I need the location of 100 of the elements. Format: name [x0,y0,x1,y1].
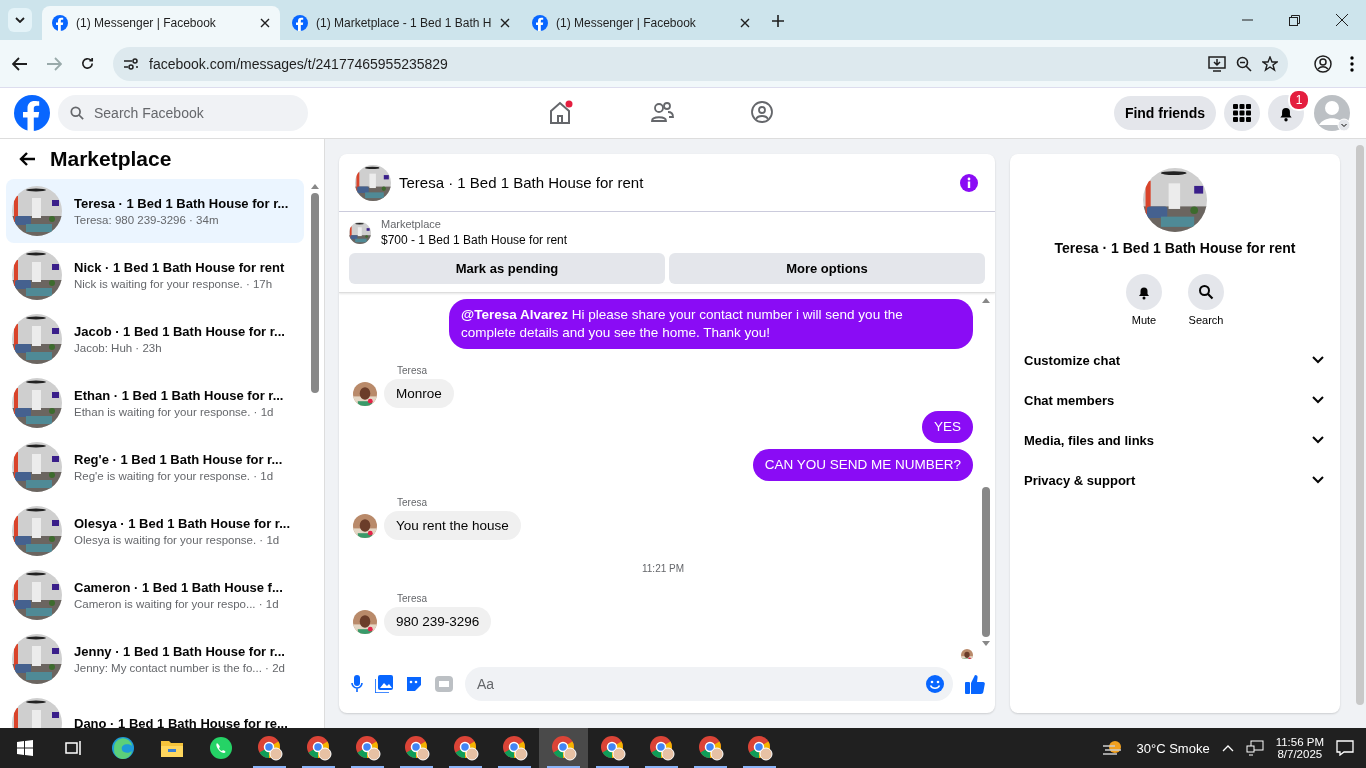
browser-tab[interactable]: (1) Messenger | Facebook [42,6,280,40]
groups-icon[interactable] [750,100,774,124]
sent-message: @Teresa Alvarez Hi please share your contact number i will send you the complete details and you see the home. Thank you! [449,299,973,349]
search-icon [70,106,84,120]
chevron-down-icon [1312,436,1324,444]
sender-name: Teresa [397,593,428,604]
scrollbar-thumb[interactable] [982,487,990,637]
search-field[interactable]: Search Facebook [58,95,308,131]
conversation-item[interactable]: Jacob · 1 Bed 1 Bath House for r... Jacob: Huh · 23h [6,307,304,371]
listing-title: $700 - 1 Bed 1 Bath House for rent [381,233,568,247]
conversation-item[interactable]: Olesya · 1 Bed 1 Bath House for r... Olesya is waiting for your response. · 1d [6,499,304,563]
listing-action-button[interactable]: More options [669,253,985,284]
details-section[interactable]: Media, files and links [1010,420,1340,460]
listing-label: Marketplace [381,218,442,230]
chevron-down-icon [1312,356,1324,364]
back-icon[interactable] [18,151,36,167]
restore-icon[interactable] [1289,14,1300,26]
photo-icon[interactable] [375,675,393,693]
microphone-icon[interactable] [351,675,363,693]
conversation-title: Olesya · 1 Bed 1 Bath House for r... [74,516,290,531]
close-icon[interactable] [260,18,270,28]
conversation-item[interactable]: Cameron · 1 Bed 1 Bath House f... Cameron is waiting for your respo... · 1d [6,563,304,627]
scrollbar-thumb[interactable] [311,193,319,393]
install-app-icon[interactable] [1208,55,1226,72]
chat-app-icon [208,736,233,760]
conversation-preview: Jacob: Huh · 23h [74,342,163,354]
emoji-icon[interactable] [925,674,945,694]
zoom-icon[interactable] [1236,55,1252,72]
details-section[interactable]: Chat members [1010,380,1340,420]
scrollbar-thumb[interactable] [1356,145,1364,705]
grid-icon [1233,104,1251,122]
close-icon[interactable] [500,18,510,28]
conversation-title: Nick · 1 Bed 1 Bath House for rent [74,260,285,275]
timestamp: 11:21 PM [641,563,685,574]
close-icon[interactable] [1336,14,1348,26]
scroll-up-icon[interactable] [311,183,319,189]
info-icon[interactable] [959,172,979,193]
facebook-favicon-icon [52,15,68,31]
sent-message: YES [922,411,973,443]
chevron-down-icon [15,17,25,23]
conversation-item[interactable]: Teresa · 1 Bed 1 Bath House for r... Teresa: 980 239-3296 · 34m [6,179,304,243]
conversation-item[interactable]: Reg'e · 1 Bed 1 Bath House for r... Reg'e is waiting for your response. · 1d [6,435,304,499]
find-friends-button[interactable]: Find friends [1113,96,1216,130]
chevron-down-icon [1312,396,1324,404]
search-input[interactable]: Search Facebook [92,104,296,122]
taskbar-app-button[interactable] [539,728,588,768]
profile-icon[interactable] [1314,54,1332,73]
scroll-down-icon[interactable] [982,641,990,647]
plus-icon [772,14,784,27]
listing-action-button[interactable]: Mark as pending [349,253,665,284]
panel-title: Marketplace [50,147,172,171]
chrome-profile-icon [746,735,773,761]
details-section[interactable]: Privacy & support [1010,460,1340,500]
back-icon[interactable] [12,56,28,71]
close-icon[interactable] [740,18,750,28]
search-icon [1198,284,1214,300]
conversation-item[interactable]: Jenny · 1 Bed 1 Bath House for r... Jenny: My contact number is the fo... · 2d [6,627,304,691]
url-text: facebook.com/messages/t/24177465955235829 [149,55,449,72]
windows-logo-icon [16,740,33,756]
browser-icon [110,736,135,760]
bookmark-star-icon[interactable] [1262,55,1278,72]
more-icon[interactable] [1350,55,1354,72]
home-icon[interactable] [548,100,574,126]
clock-date: 8/7/2025 [1277,748,1323,760]
sticker-icon[interactable] [405,675,423,693]
sender-name: Teresa [397,365,428,376]
sender-name: Teresa [397,497,428,508]
conversation-name: Teresa · 1 Bed 1 Bath House for rent [1054,240,1296,256]
tab-search-button[interactable] [8,8,32,32]
thumbs-up-icon[interactable] [965,674,985,694]
message-field[interactable]: Aa [465,667,953,701]
sent-message: CAN YOU SEND ME NUMBER? [752,449,973,481]
browser-tab[interactable]: (1) Messenger | Facebook [522,6,760,40]
conversation-item[interactable]: Nick · 1 Bed 1 Bath House for rent Nick is waiting for your response. · 17h [6,243,304,307]
chrome-profile-icon [697,735,724,761]
reload-icon[interactable] [80,56,95,71]
weather-text: 30°C Smoke [1136,740,1210,756]
chevron-up-icon[interactable] [1221,744,1234,752]
conversation-title: Jacob · 1 Bed 1 Bath House for r... [74,324,285,339]
conversation-item[interactable]: Ethan · 1 Bed 1 Bath House for r... Ethan is waiting for your response. · 1d [6,371,304,435]
site-settings-icon[interactable] [123,56,139,71]
conversation-preview: Cameron is waiting for your respo... · 1d [74,598,280,610]
conversation-preview: Ethan is waiting for your response. · 1d [74,406,275,418]
address-bar[interactable]: facebook.com/messages/t/24177465955235829 [113,46,1288,81]
conversation-preview: Olesya is waiting for your response. · 1d [74,534,281,546]
scroll-up-icon[interactable] [982,297,990,303]
network-icon[interactable] [1245,740,1264,756]
task-view-icon [64,740,83,756]
message-input[interactable]: Aa [475,675,925,693]
browser-tab[interactable]: (1) Marketplace - 1 Bed 1 Bath H [282,6,520,40]
details-section[interactable]: Customize chat [1010,340,1340,380]
received-message: You rent the house [384,511,521,540]
menu-button[interactable] [1224,95,1260,131]
conversation-preview: Nick is waiting for your response. · 17h [74,278,274,290]
friends-icon[interactable] [650,100,674,124]
conversation-title: Dano · 1 Bed 1 Bath House for re... [74,715,288,728]
chrome-profile-icon [305,735,332,761]
notification-badge: 1 [1288,89,1310,111]
conversation-preview: Teresa: 980 239-3296 · 34m [74,214,220,226]
notification-center-icon[interactable] [1336,740,1354,756]
